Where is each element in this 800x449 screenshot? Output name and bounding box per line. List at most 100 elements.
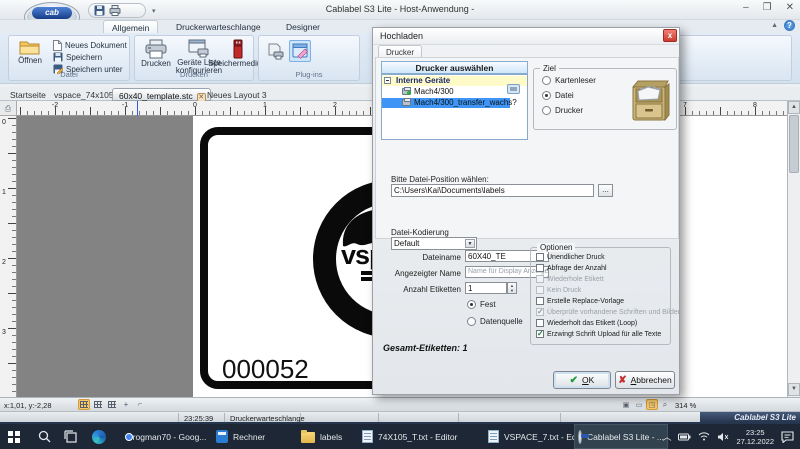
browse-button[interactable]: ... [598, 184, 613, 197]
open-button[interactable]: Öffnen [13, 39, 47, 65]
hochladen-dialog: Hochladen x Drucker Drucker auswählen In… [372, 27, 680, 395]
tab-designer[interactable]: Designer [278, 20, 328, 33]
wifi-icon[interactable] [698, 432, 710, 441]
task-view-button[interactable] [60, 424, 81, 449]
doc-tab-startseite[interactable]: Startseite [10, 90, 46, 100]
status-brand: Cablabel S3 Lite [700, 412, 800, 423]
cursor-position-marker [137, 101, 138, 116]
tab-druckerwarteschlange[interactable]: Druckerwarteschlange [168, 20, 269, 33]
tree-collapse-icon[interactable] [384, 77, 391, 84]
crosshair-icon[interactable]: + [120, 399, 132, 410]
dialog-close-icon[interactable]: x [663, 29, 677, 42]
taskbar-rechner[interactable]: Rechner [212, 424, 269, 449]
printer-icon [144, 39, 168, 59]
checkbox-erzwingt-schrift-upload[interactable]: Erzwingt Schrift Upload für alle Texte [536, 330, 661, 338]
scroll-down-icon[interactable]: ▼ [788, 383, 800, 396]
checkbox-wiederhole-etikett: Wiederhole Etikett [536, 275, 604, 283]
close-button[interactable]: ✕ [786, 2, 794, 13]
file-cabinet-icon [627, 77, 671, 123]
tree-item-mach4-300-transfer-wachs[interactable]: Mach4/300_transfer_wachs? [382, 98, 510, 108]
notepad-icon [362, 430, 373, 443]
radio-drucker[interactable] [542, 106, 551, 115]
taskbar-clock[interactable]: 23:25 27.12.2022 [736, 428, 774, 446]
checkbox-erstelle-replace-vorlage[interactable]: Erstelle Replace-Vorlage [536, 297, 624, 305]
checkbox-abfrage-der-anzahl[interactable]: Abfrage der Anzahl [536, 264, 607, 272]
magnifier-icon[interactable]: ⌕ [659, 399, 671, 410]
battery-icon[interactable] [678, 433, 691, 441]
collapse-ribbon-icon[interactable]: ▲ [771, 22, 778, 29]
speaker-muted-icon[interactable] [717, 432, 729, 442]
taskbar-notepad-74x105[interactable]: 74X105_T.txt - Editor [358, 424, 461, 449]
plugin-print-button[interactable] [265, 40, 287, 62]
status-print-queue[interactable]: Druckerwarteschlange [230, 414, 305, 423]
radio-kartenleser[interactable] [542, 76, 551, 85]
label-count-input[interactable]: 1 [465, 282, 507, 294]
radio-label: Datenquelle [480, 317, 523, 326]
taskbar-edge[interactable] [88, 424, 110, 449]
dialog-tab-page: Drucker auswählen Interne Geräte Mach4/3… [375, 57, 679, 239]
fit-page-icon[interactable]: ▣ [620, 399, 632, 410]
plugin-designer-button[interactable] [289, 40, 311, 62]
group-drucken: Drucken Geräte Liste konfigurieren Speic… [134, 35, 254, 81]
minimize-button[interactable]: – [743, 2, 749, 13]
vertical-scrollbar[interactable]: ▲ ▼ [787, 101, 800, 397]
snap-angle-icon[interactable]: ⌐ [134, 399, 146, 410]
tray-chevron-up-icon[interactable]: ︿ [662, 430, 671, 443]
label-counter-text[interactable]: 000052 [222, 354, 309, 385]
save-icon[interactable] [94, 5, 105, 16]
doc-tab-neues-layout[interactable]: Neues Layout 3 [207, 90, 267, 100]
fit-width-icon[interactable]: ▭ [633, 399, 645, 410]
checkbox-unendlicher-druck[interactable]: Unendlicher Druck [536, 253, 605, 261]
display-name-label: Angezeigter Name [389, 269, 461, 278]
count-spinner[interactable]: ▲▼ [507, 282, 517, 294]
printer-select-header: Drucker auswählen [381, 61, 528, 74]
tree-group-interne-geraete[interactable]: Interne Geräte [382, 76, 527, 86]
radio-datenquelle[interactable] [467, 317, 476, 326]
encoding-select[interactable]: Default ▼ [391, 237, 477, 250]
chevron-down-icon[interactable]: ▼ [465, 239, 475, 248]
printer-online-badge [407, 91, 411, 95]
printer-tree[interactable]: Interne Geräte Mach4/300 Mach4/300_trans… [381, 74, 528, 140]
total-labels-text: Gesamt-Etiketten: 1 [383, 343, 468, 353]
radio-datei[interactable] [542, 91, 551, 100]
ruler-number: 1 [263, 102, 267, 109]
taskbar-chrome-progman70[interactable]: Progman70 - Goog... [118, 424, 210, 449]
file-position-input[interactable]: C:\Users\Kai\Documents\labels [391, 184, 594, 197]
taskbar-cablabel[interactable]: Cablabel S3 Lite - ... [574, 424, 668, 449]
ok-button[interactable]: ✔OK [553, 371, 611, 389]
tray-date: 27.12.2022 [736, 437, 774, 446]
radio-label: Datei [555, 91, 574, 100]
start-button[interactable] [4, 424, 24, 449]
help-icon[interactable]: ? [784, 20, 795, 31]
printer-transfer-icon[interactable] [507, 84, 520, 94]
scroll-up-icon[interactable]: ▲ [788, 101, 800, 114]
restore-button[interactable]: ❐ [763, 2, 772, 13]
search-button[interactable] [34, 424, 55, 449]
qat-dropdown-caret[interactable]: ▾ [152, 7, 156, 15]
ruler-corner-icon[interactable]: ⎙ [0, 101, 17, 116]
radio-fest[interactable] [467, 300, 476, 309]
storage-media-button[interactable]: Speichermedium [223, 39, 253, 68]
status-time: 23:25:39 [184, 414, 213, 423]
grid-toggle-icon[interactable] [78, 399, 90, 410]
status-bar-bottom: 23:25:39 Druckerwarteschlange Cablabel S… [0, 411, 800, 424]
cancel-button[interactable]: ✘Abbrechen [615, 371, 675, 389]
doc-tab-60x40-template[interactable]: 60x40_template.stc✕ [112, 88, 211, 101]
dialog-title-bar[interactable]: Hochladen x [373, 28, 679, 45]
scrollbar-thumb[interactable] [789, 115, 799, 173]
device-list-icon [188, 39, 210, 58]
zoom-selection-icon[interactable]: ◳ [646, 399, 658, 410]
notepad-icon [488, 430, 499, 443]
tab-allgemein[interactable]: Allgemein [103, 20, 158, 33]
grid-lines-icon[interactable] [92, 399, 104, 410]
print-button[interactable]: Drucken [138, 39, 174, 68]
folder-icon [301, 432, 315, 443]
taskbar-labels-folder[interactable]: labels [297, 424, 346, 449]
action-center-icon[interactable] [781, 431, 794, 443]
save-button[interactable]: Speichern [53, 52, 102, 62]
checkbox-wiederholt-loop[interactable]: Wiederholt das Etikett (Loop) [536, 319, 637, 327]
grid-snap-icon[interactable] [106, 399, 118, 410]
quick-print-icon[interactable] [109, 5, 121, 16]
new-document-button[interactable]: Neues Dokument [53, 40, 127, 51]
tree-item-mach4-300[interactable]: Mach4/300 [382, 87, 527, 97]
